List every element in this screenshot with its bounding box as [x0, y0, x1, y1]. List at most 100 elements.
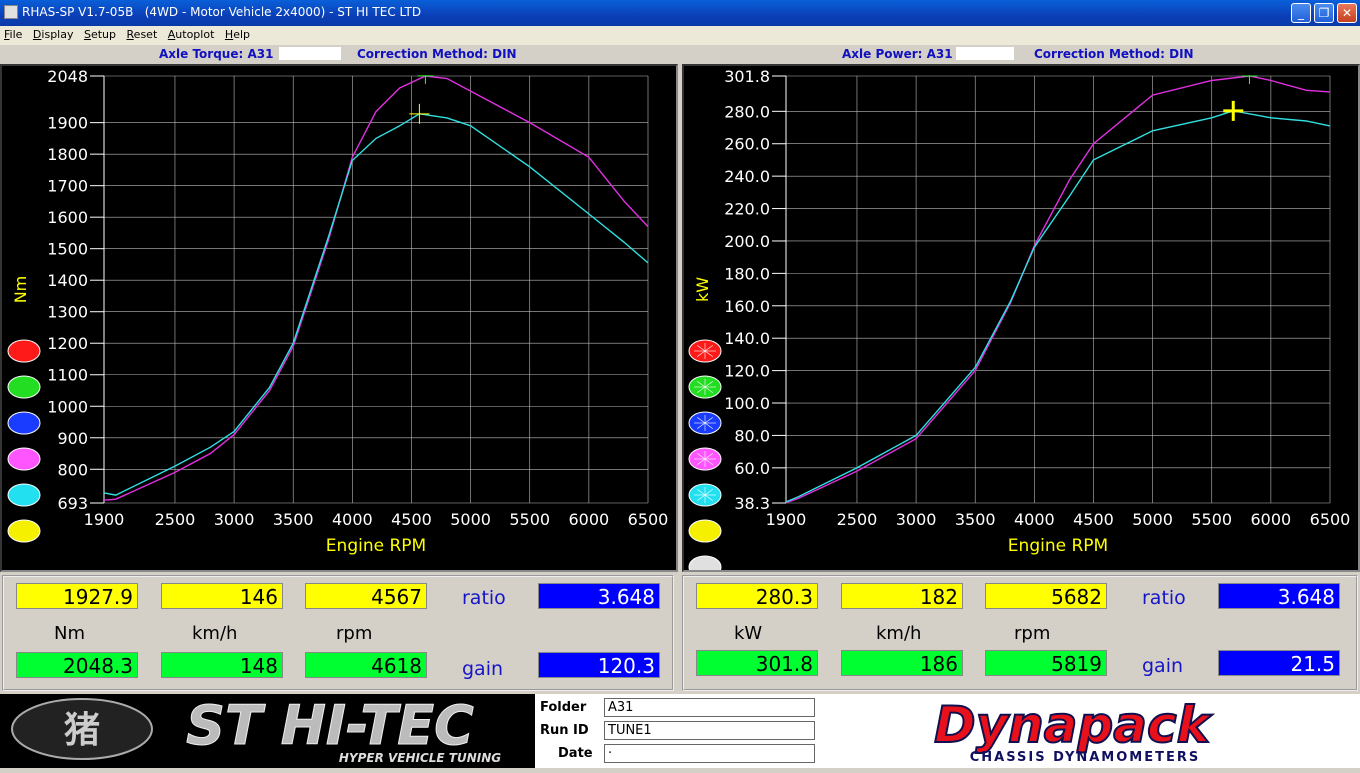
menu-bar: File Display Setup Reset Autoplot Help — [0, 26, 1360, 45]
power-ytick-label: 301.8 — [724, 67, 770, 86]
menu-file[interactable]: File — [0, 26, 25, 41]
torque-unit-label: Nm — [54, 623, 85, 644]
title-bar: RHAS-SP V1.7-05B (4WD - Motor Vehicle 2x… — [0, 0, 1360, 26]
torque-ytick-label: 800 — [57, 460, 88, 479]
power-plot-area: 301.8 280.0 260.0 240.0 220.0 200.0 180.0 160.0… — [682, 64, 1360, 579]
torque-color-button-red[interactable] — [7, 339, 41, 363]
right-correction-label: Correction Method: DIN — [1034, 47, 1194, 61]
torque-ytick-label: 1000 — [47, 397, 88, 416]
power-peak-value: 301.8 — [696, 650, 818, 676]
power-chart: 301.8 280.0 260.0 240.0 220.0 200.0 180.0 160.0… — [688, 67, 1351, 579]
power-readout-panel: 280.3 182 5682 ratio 3.648 kW km/h rpm 3… — [682, 575, 1358, 691]
torque-xtick-label: 5000 — [450, 510, 491, 529]
menu-autoplot[interactable]: Autoplot — [164, 26, 218, 41]
torque-ytick-label: 1600 — [47, 208, 88, 227]
power-color-button-green[interactable] — [688, 375, 722, 399]
left-correction-label: Correction Method: DIN — [357, 47, 517, 61]
torque-ytick-label: 1800 — [47, 145, 88, 164]
power-x-axis-label: Engine RPM — [1008, 536, 1108, 556]
st-hitec-logo: 猪 ST HI-TEC HYPER VEHICLE TUNING — [0, 694, 535, 768]
torque-xtick-label: 3000 — [214, 510, 255, 529]
svg-text:猪: 猪 — [64, 710, 100, 751]
torque-gain-label: gain — [462, 658, 504, 680]
power-xtick-label: 3000 — [896, 510, 937, 529]
torque-ytick-label: 1100 — [47, 366, 88, 385]
torque-ytick-label: 900 — [57, 429, 88, 448]
folder-field[interactable]: A31 — [604, 698, 815, 717]
menu-reset[interactable]: Reset — [123, 26, 161, 41]
torque-peak-value: 2048.3 — [16, 652, 138, 678]
power-ytick-label: 60.0 — [734, 459, 770, 478]
power-ytick-label: 220.0 — [724, 200, 770, 219]
power-xtick-label: 4500 — [1073, 510, 1114, 529]
torque-ytick-label: 2048 — [47, 67, 88, 86]
power-color-button-red[interactable] — [688, 339, 722, 363]
power-cursor-marker[interactable] — [1223, 100, 1244, 121]
left-header-field[interactable] — [279, 47, 341, 60]
torque-color-button-magenta[interactable] — [7, 447, 41, 471]
right-header-field[interactable] — [956, 47, 1014, 60]
close-button[interactable]: ✕ — [1337, 3, 1357, 23]
torque-color-button-cyan[interactable] — [7, 483, 41, 507]
app-icon — [4, 5, 18, 19]
power-xtick-label: 3500 — [955, 510, 996, 529]
menu-display[interactable]: Display — [29, 26, 77, 41]
power-y-axis-label: kW — [693, 277, 712, 302]
folder-label: Folder — [540, 700, 587, 715]
torque-color-button-green[interactable] — [7, 375, 41, 399]
torque-color-button-yellow[interactable] — [7, 519, 41, 543]
power-color-button-blue[interactable] — [688, 411, 722, 435]
torque-rpm-unit: rpm — [336, 623, 373, 644]
torque-ytick-label: 1300 — [47, 303, 88, 322]
torque-ytick-label: 1900 — [47, 114, 88, 133]
power-ytick-label: 120.0 — [724, 362, 770, 381]
footer: 猪 ST HI-TEC HYPER VEHICLE TUNING Folder … — [0, 694, 1360, 768]
window-title: RHAS-SP V1.7-05B (4WD - Motor Vehicle 2x… — [22, 5, 422, 19]
torque-color-button-blue[interactable] — [7, 411, 41, 435]
right-chart-header: Axle Power: A31 Correction Method: DIN — [682, 46, 1360, 62]
restore-button[interactable]: ❐ — [1314, 3, 1334, 23]
date-field[interactable]: · — [604, 744, 815, 763]
torque-xtick-label: 3500 — [273, 510, 314, 529]
power-peak-rpm: 5819 — [985, 650, 1107, 676]
power-gain-label: gain — [1142, 655, 1184, 677]
power-ytick-label: 200.0 — [724, 232, 770, 251]
power-color-button-yellow[interactable] — [688, 519, 722, 543]
power-series-cyan — [785, 110, 1331, 503]
torque-xtick-label: 2500 — [155, 510, 196, 529]
torque-xtick-label: 4500 — [391, 510, 432, 529]
power-ytick-label: 280.0 — [724, 102, 770, 121]
left-header-label: Axle Torque: A31 — [159, 47, 274, 61]
torque-ytick-label: 1700 — [47, 177, 88, 196]
power-ratio-label: ratio — [1142, 587, 1186, 609]
torque-cursor-marker[interactable] — [409, 103, 430, 124]
power-color-button-cyan[interactable] — [688, 483, 722, 507]
runid-field[interactable]: TUNE1 — [604, 721, 815, 740]
torque-series-magenta — [103, 75, 649, 501]
power-xtick-label: 5500 — [1191, 510, 1232, 529]
menu-setup[interactable]: Setup — [80, 26, 119, 41]
torque-plot-area: 2048 1900 1800 1700 1600 1500 1400 1300 1200 1100… — [0, 64, 678, 572]
power-ytick-label: 240.0 — [724, 167, 770, 186]
logo-tagline: HYPER VEHICLE TUNING — [339, 751, 501, 765]
torque-xtick-label: 4000 — [332, 510, 373, 529]
brand-tagline: CHASSIS DYNAMOMETERS — [970, 750, 1200, 765]
torque-ytick-label: 1400 — [47, 271, 88, 290]
torque-current-speed: 146 — [161, 583, 283, 609]
power-xtick-label: 2500 — [837, 510, 878, 529]
torque-xtick-label: 1900 — [84, 510, 125, 529]
menu-help[interactable]: Help — [221, 26, 253, 41]
brand-text: Dynapack — [934, 696, 1213, 754]
minimize-button[interactable]: _ — [1291, 3, 1311, 23]
power-current-value: 280.3 — [696, 583, 818, 609]
power-ytick-label: 180.0 — [724, 264, 770, 283]
torque-chart: 2048 1900 1800 1700 1600 1500 1400 1300 1200 1100… — [7, 67, 668, 556]
torque-x-axis-label: Engine RPM — [326, 536, 426, 556]
power-xtick-label: 6500 — [1310, 510, 1351, 529]
torque-ratio-label: ratio — [462, 587, 506, 609]
power-ytick-label: 140.0 — [724, 329, 770, 348]
run-info: Folder A31 Run ID TUNE1 Date · — [540, 694, 820, 768]
power-color-button-magenta[interactable] — [688, 447, 722, 471]
torque-peak-rpm: 4618 — [305, 652, 427, 678]
power-color-button-white[interactable] — [688, 555, 722, 579]
